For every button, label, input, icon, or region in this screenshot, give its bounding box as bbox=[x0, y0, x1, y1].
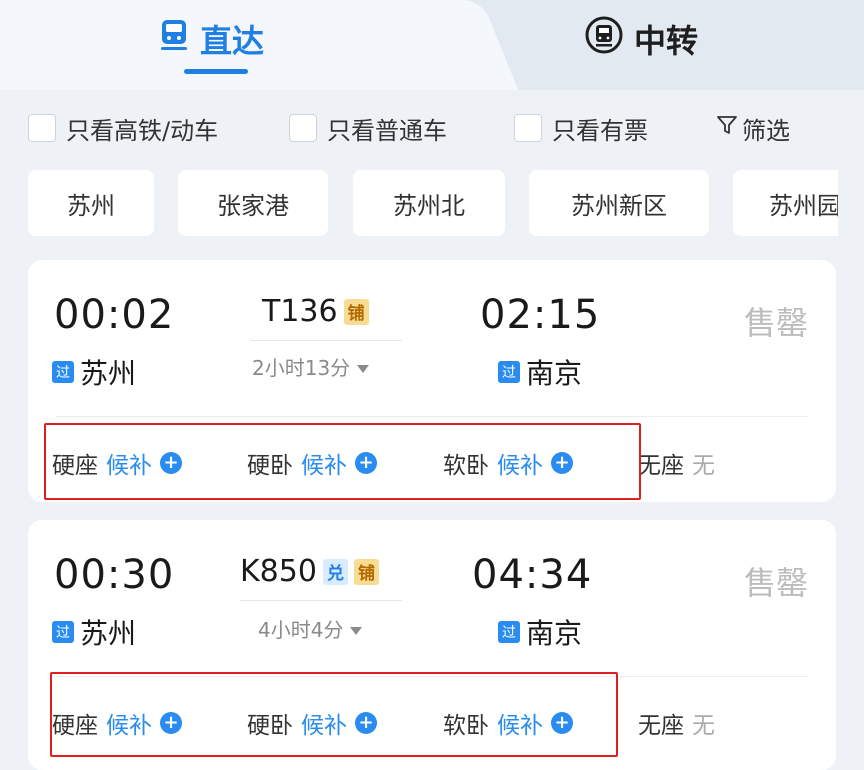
pass-through-badge: 过 bbox=[498, 621, 520, 643]
filter-available[interactable]: 只看有票 bbox=[514, 108, 648, 148]
duration[interactable]: 2小时13分 bbox=[252, 352, 370, 381]
pass-through-badge: 过 bbox=[498, 361, 520, 383]
depart-station-name: 苏州 bbox=[80, 357, 137, 390]
duration-text: 2小时13分 bbox=[252, 356, 351, 380]
depart-station-name: 苏州 bbox=[80, 617, 137, 650]
arrive-time: 04:34 bbox=[472, 552, 593, 598]
station-chip[interactable]: 苏州新区 bbox=[529, 170, 709, 236]
tab-direct[interactable]: 直达 bbox=[158, 14, 264, 64]
seat-no-seat: 无座 无 bbox=[638, 446, 715, 480]
filter-regular-train[interactable]: 只看普通车 bbox=[289, 108, 447, 148]
filter-label: 只看高铁/动车 bbox=[66, 116, 219, 145]
caret-down-icon bbox=[349, 617, 363, 641]
seat-no-seat: 无座 无 bbox=[638, 706, 715, 740]
exchange-badge: 兑 bbox=[322, 558, 348, 585]
station-chip[interactable]: 苏州北 bbox=[353, 170, 505, 236]
seat-class: 无座 bbox=[638, 713, 684, 739]
train-number-row: T136 铺 bbox=[262, 294, 369, 329]
route-line bbox=[250, 340, 402, 341]
depart-station: 过 苏州 bbox=[52, 612, 136, 652]
depart-time: 00:30 bbox=[54, 552, 175, 598]
tab-active-indicator bbox=[184, 69, 248, 74]
station-chip[interactable]: 苏州 bbox=[28, 170, 154, 236]
train-icon bbox=[158, 18, 190, 60]
checkbox[interactable] bbox=[289, 114, 317, 142]
route-line bbox=[240, 600, 402, 601]
filter-button-label: 筛选 bbox=[742, 116, 790, 145]
filter-high-speed[interactable]: 只看高铁/动车 bbox=[28, 108, 218, 148]
sold-out-status: 售罄 bbox=[744, 304, 809, 342]
duration[interactable]: 4小时4分 bbox=[258, 614, 363, 643]
berth-badge: 铺 bbox=[343, 298, 369, 325]
arrive-station: 过 南京 bbox=[498, 612, 582, 652]
berth-badge: 铺 bbox=[353, 558, 379, 585]
seat-class: 无座 bbox=[638, 453, 684, 479]
sold-out-status: 售罄 bbox=[744, 564, 809, 602]
filter-row: 只看高铁/动车 只看普通车 只看有票 筛选 bbox=[0, 90, 864, 170]
arrive-station-name: 南京 bbox=[526, 617, 583, 650]
depart-station: 过 苏州 bbox=[52, 352, 136, 392]
train-number: T136 bbox=[262, 294, 338, 329]
duration-text: 4小时4分 bbox=[258, 618, 344, 642]
transfer-train-icon bbox=[584, 15, 624, 63]
tab-transfer-label: 中转 bbox=[634, 22, 699, 60]
checkbox[interactable] bbox=[514, 114, 542, 142]
funnel-icon bbox=[716, 114, 738, 142]
arrive-time: 02:15 bbox=[480, 292, 601, 338]
seat-availability: 无 bbox=[692, 713, 715, 739]
station-chip[interactable]: 苏州园区 bbox=[733, 170, 838, 236]
pass-through-badge: 过 bbox=[52, 361, 74, 383]
highlight-box bbox=[44, 423, 641, 500]
filter-label: 只看有票 bbox=[552, 116, 648, 145]
filter-label: 只看普通车 bbox=[327, 116, 447, 145]
filter-button[interactable]: 筛选 bbox=[716, 108, 790, 148]
train-number-row: K850 兑 铺 bbox=[240, 554, 379, 589]
tab-direct-label: 直达 bbox=[200, 22, 265, 60]
arrive-station-name: 南京 bbox=[526, 357, 583, 390]
pass-through-badge: 过 bbox=[52, 621, 74, 643]
divider bbox=[56, 416, 808, 417]
train-number: K850 bbox=[240, 554, 317, 589]
checkbox[interactable] bbox=[28, 114, 56, 142]
seat-availability: 无 bbox=[692, 453, 715, 479]
depart-time: 00:02 bbox=[54, 292, 175, 338]
tab-transfer[interactable]: 中转 bbox=[584, 14, 698, 64]
arrive-station: 过 南京 bbox=[498, 352, 582, 392]
station-chip[interactable]: 张家港 bbox=[178, 170, 328, 236]
tab-bar: 直达 中转 bbox=[0, 0, 864, 90]
caret-down-icon bbox=[356, 355, 370, 379]
highlight-box bbox=[50, 672, 618, 757]
station-chips: 苏州 张家港 苏州北 苏州新区 苏州园区 bbox=[0, 170, 838, 238]
